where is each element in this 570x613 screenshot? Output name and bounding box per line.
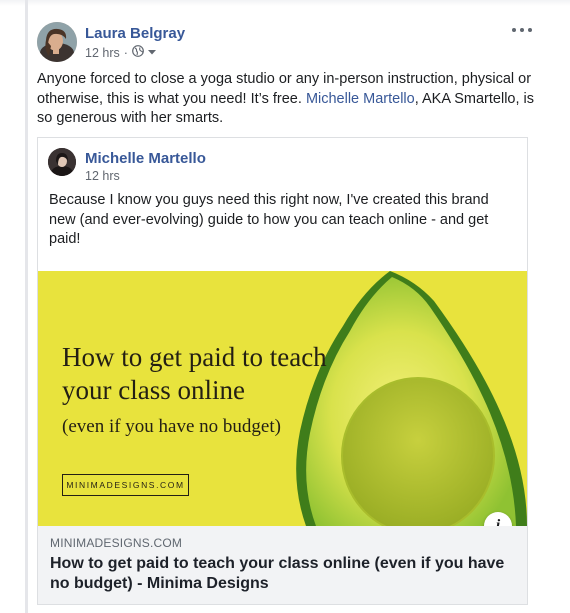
- link-preview-footer[interactable]: MINIMADESIGNS.COM How to get paid to tea…: [38, 526, 527, 604]
- feed-post: Laura Belgray 12 hrs · Anyone forced to …: [28, 12, 544, 613]
- post-author-name[interactable]: Laura Belgray: [85, 25, 185, 42]
- link-preview-image[interactable]: How to get paid to teach your class onli…: [38, 271, 527, 526]
- link-domain: MINIMADESIGNS.COM: [50, 536, 183, 550]
- image-headline-line2: your class online: [62, 375, 245, 405]
- image-headline: How to get paid to teach your class onli…: [62, 341, 327, 407]
- post-message: Anyone forced to close a yoga studio or …: [37, 70, 535, 129]
- link-title[interactable]: How to get paid to teach your class onli…: [50, 554, 510, 594]
- meta-separator: ·: [123, 45, 128, 60]
- caret-down-icon[interactable]: [147, 46, 157, 60]
- image-subhead: (even if you have no budget): [62, 416, 281, 437]
- shared-author-avatar[interactable]: [48, 148, 76, 176]
- post-meta: 12 hrs ·: [85, 45, 157, 60]
- image-headline-line1: How to get paid to teach: [62, 342, 327, 372]
- mention-link[interactable]: Michelle Martello: [306, 91, 415, 107]
- shared-timestamp[interactable]: 12 hrs: [85, 169, 120, 183]
- globe-icon: [132, 45, 144, 60]
- image-brand-label: MINIMADESIGNS.COM: [62, 474, 189, 496]
- author-avatar[interactable]: [37, 22, 77, 62]
- feed-top-edge: [0, 0, 570, 6]
- shared-author-name[interactable]: Michelle Martello: [85, 150, 206, 167]
- more-options-icon[interactable]: [512, 24, 532, 36]
- shared-message: Because I know you guys need this right …: [49, 192, 489, 247]
- post-timestamp[interactable]: 12 hrs: [85, 46, 120, 60]
- shared-post: Michelle Martello 12 hrs Because I know …: [37, 137, 528, 605]
